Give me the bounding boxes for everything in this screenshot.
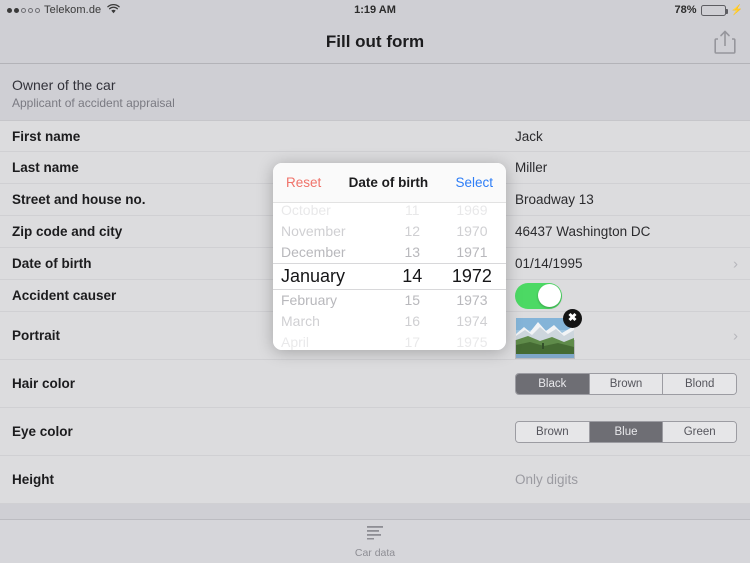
month-item-6[interactable]: April bbox=[281, 332, 309, 350]
label-last-name: Last name bbox=[12, 160, 79, 175]
month-item-4[interactable]: February bbox=[281, 290, 337, 311]
list-lines-icon bbox=[365, 525, 385, 545]
year-item-5[interactable]: 1974 bbox=[456, 311, 487, 332]
status-bar-right: 78% ⚡ bbox=[675, 4, 743, 16]
day-item-0[interactable]: 11 bbox=[405, 200, 420, 221]
year-item-0[interactable]: 1969 bbox=[456, 200, 487, 221]
row-first-name[interactable]: First name Jack bbox=[0, 120, 750, 152]
date-picker-header: Reset Date of birth Select bbox=[273, 163, 506, 203]
day-item-3[interactable]: 14 bbox=[402, 263, 422, 290]
section-subtitle-owner: Applicant of accident appraisal bbox=[12, 96, 175, 110]
segmented-control-hair-color[interactable]: Black Brown Blond bbox=[515, 372, 737, 395]
charging-bolt-icon: ⚡ bbox=[730, 4, 743, 16]
eye-color-option-2[interactable]: Green bbox=[663, 421, 736, 442]
input-height[interactable]: Only digits bbox=[515, 456, 578, 503]
label-portrait: Portrait bbox=[12, 328, 61, 343]
hair-color-option-0[interactable]: Black bbox=[516, 373, 590, 394]
app-root: Telekom.de 1:19 AM 78% ⚡ Fill out form O… bbox=[0, 0, 750, 563]
eye-color-option-1[interactable]: Blue bbox=[589, 421, 664, 442]
day-item-5[interactable]: 16 bbox=[404, 311, 420, 332]
label-height: Height bbox=[12, 472, 54, 487]
reset-button[interactable]: Reset bbox=[286, 175, 321, 190]
month-item-1[interactable]: November bbox=[281, 221, 346, 242]
month-item-5[interactable]: March bbox=[281, 311, 320, 332]
delete-portrait-icon[interactable]: ✖ bbox=[563, 308, 582, 328]
hair-color-option-2[interactable]: Blond bbox=[663, 373, 736, 394]
year-item-2[interactable]: 1971 bbox=[456, 242, 487, 263]
month-item-2[interactable]: December bbox=[281, 242, 346, 263]
status-bar-left: Telekom.de bbox=[7, 3, 121, 17]
status-bar: Telekom.de 1:19 AM 78% ⚡ bbox=[0, 0, 750, 20]
portrait-thumbnail[interactable] bbox=[515, 317, 575, 359]
share-icon[interactable] bbox=[712, 28, 738, 56]
value-date-of-birth[interactable]: 01/14/1995 bbox=[515, 248, 583, 279]
year-item-3[interactable]: 1972 bbox=[452, 263, 492, 290]
navigation-bar: Fill out form bbox=[0, 20, 750, 64]
value-first-name[interactable]: Jack bbox=[515, 121, 543, 151]
battery-icon bbox=[700, 4, 728, 16]
hair-color-option-1[interactable]: Brown bbox=[589, 373, 664, 394]
picker-wheel-day[interactable]: 11 12 13 14 15 16 17 bbox=[387, 200, 438, 350]
label-first-name: First name bbox=[12, 128, 81, 144]
label-hair-color: Hair color bbox=[12, 376, 76, 391]
chevron-right-icon-date-of-birth: › bbox=[733, 255, 738, 272]
select-button[interactable]: Select bbox=[455, 175, 493, 190]
day-item-1[interactable]: 12 bbox=[404, 221, 420, 242]
value-last-name[interactable]: Miller bbox=[515, 152, 547, 183]
row-height[interactable]: Height Only digits bbox=[0, 456, 750, 504]
carrier-label: Telekom.de bbox=[44, 4, 102, 16]
date-picker-wheels[interactable]: October November December January February Ma… bbox=[273, 200, 506, 350]
day-item-4[interactable]: 15 bbox=[404, 290, 420, 311]
date-picker-popover[interactable]: Reset Date of birth Select October Novemb… bbox=[273, 163, 506, 350]
tab-bar: Car data bbox=[0, 519, 750, 563]
picker-wheel-year[interactable]: 1969 1970 1971 1972 1973 1974 1975 bbox=[438, 200, 506, 350]
day-item-2[interactable]: 13 bbox=[404, 242, 420, 263]
toggle-accident-causer[interactable] bbox=[515, 282, 562, 309]
tab-label-car-data: Car data bbox=[354, 546, 396, 559]
date-picker-title: Date of birth bbox=[348, 175, 429, 190]
chevron-right-icon-portrait: › bbox=[733, 327, 738, 344]
section-header-owner: Owner of the car Applicant of accident a… bbox=[0, 64, 750, 120]
value-street[interactable]: Broadway 13 bbox=[515, 184, 594, 215]
battery-percent-label: 78% bbox=[674, 4, 697, 16]
page-title: Fill out form bbox=[325, 31, 425, 51]
portrait-thumbnail-wrap[interactable]: ✖ bbox=[515, 308, 582, 359]
wifi-icon bbox=[107, 3, 121, 17]
segmented-control-eye-color[interactable]: Brown Blue Green bbox=[515, 420, 737, 443]
month-item-0[interactable]: October bbox=[281, 200, 331, 221]
label-zip-city: Zip code and city bbox=[12, 224, 123, 239]
label-street: Street and house no. bbox=[12, 192, 146, 207]
row-eye-color: Eye color Brown Blue Green bbox=[0, 408, 750, 456]
year-item-4[interactable]: 1973 bbox=[456, 290, 487, 311]
label-date-of-birth: Date of birth bbox=[12, 256, 92, 271]
month-item-3[interactable]: January bbox=[281, 263, 345, 290]
picker-wheel-month[interactable]: October November December January February Ma… bbox=[273, 200, 387, 350]
row-hair-color: Hair color Black Brown Blond bbox=[0, 360, 750, 408]
tab-car-data[interactable]: Car data bbox=[355, 525, 395, 559]
label-accident-causer: Accident causer bbox=[12, 288, 117, 303]
value-zip-city[interactable]: 46437 Washington DC bbox=[515, 216, 650, 247]
year-item-1[interactable]: 1970 bbox=[456, 221, 487, 242]
eye-color-option-0[interactable]: Brown bbox=[516, 421, 590, 442]
label-eye-color: Eye color bbox=[12, 424, 73, 439]
section-title-owner: Owner of the car bbox=[12, 77, 116, 93]
year-item-6[interactable]: 1975 bbox=[456, 332, 487, 350]
signal-strength-icon bbox=[7, 7, 40, 13]
day-item-6[interactable]: 17 bbox=[404, 332, 420, 350]
